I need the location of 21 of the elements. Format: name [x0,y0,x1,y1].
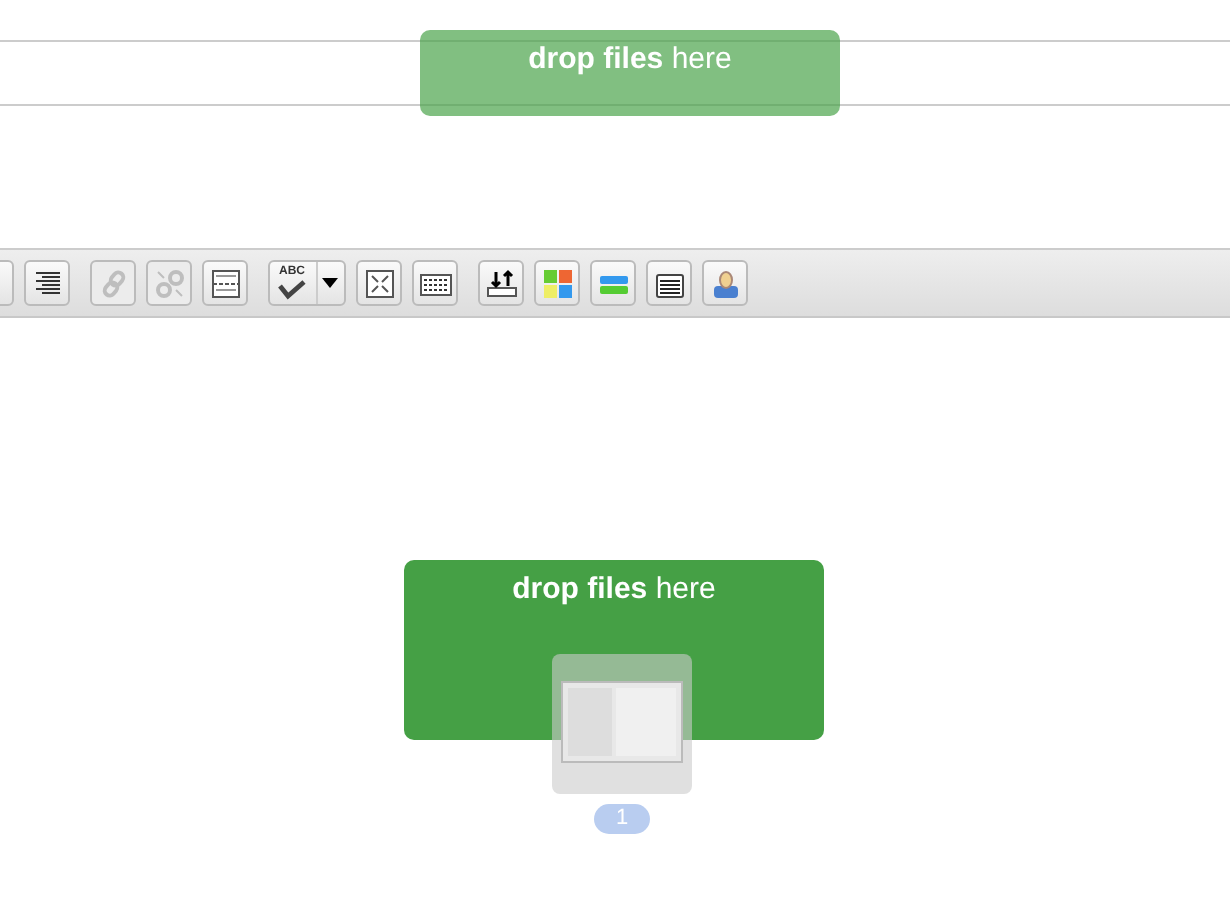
align-right-icon [31,267,63,299]
fullscreen-icon [363,267,395,299]
check-icon [274,280,310,300]
toolbar-button[interactable] [478,260,524,306]
broken-link-icon [153,267,185,299]
dropdown-arrow-icon [322,278,338,288]
arrows-icon [485,267,517,299]
link-icon [97,267,129,299]
toolbar-button[interactable] [412,260,458,306]
toolbar-button[interactable] [356,260,402,306]
toolbar-button[interactable] [24,260,70,306]
page-break-icon [209,267,241,299]
toolbar-button[interactable] [202,260,248,306]
drop-zone[interactable]: drop files here [420,30,840,116]
count-badge: 1 [594,804,650,834]
color-grid-icon [541,267,573,299]
person-icon [709,267,741,299]
toolbar-button[interactable] [646,260,692,306]
drop-zone[interactable]: drop files here [404,560,824,740]
input-field[interactable] [0,40,1230,106]
file-thumbnail-icon [552,654,692,794]
